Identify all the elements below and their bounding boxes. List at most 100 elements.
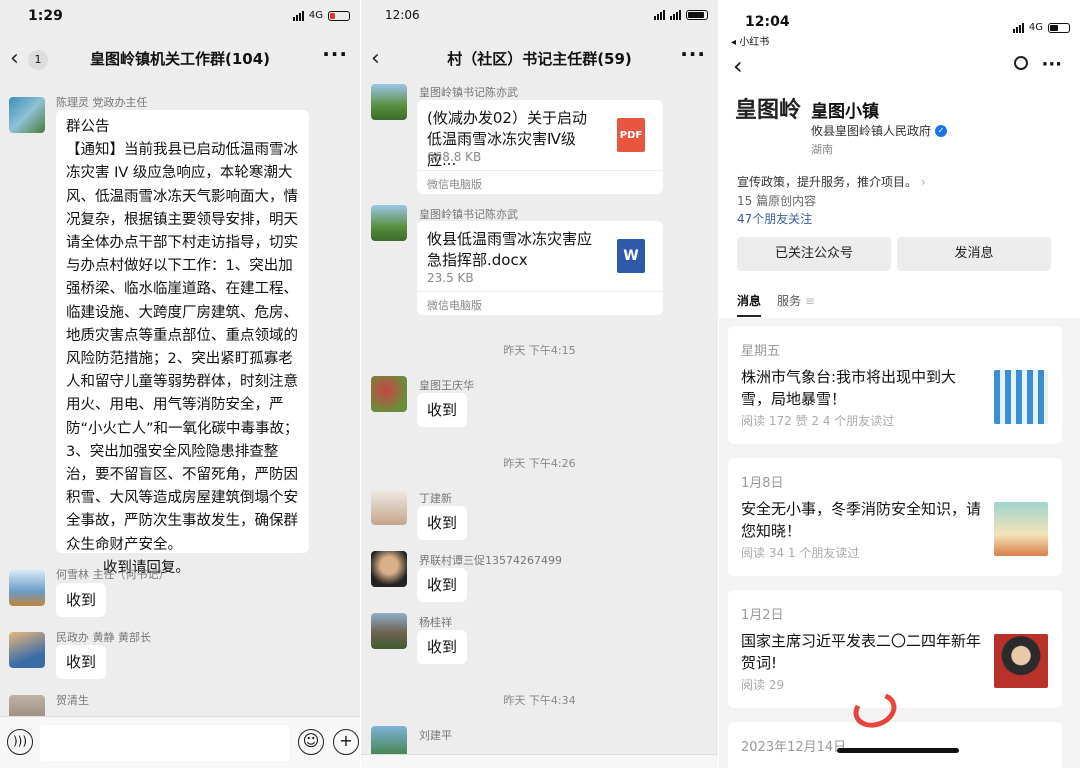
sender-name: 何雪林 主任（何书记） <box>56 568 170 581</box>
account-intro[interactable]: 宣传政策，提升服务，推介项目。 › <box>737 173 926 190</box>
avatar[interactable] <box>9 570 45 606</box>
avatar[interactable] <box>371 376 407 412</box>
article-thumbnail <box>994 502 1048 556</box>
chat-header: ‹ 1 皇图岭镇机关工作群(104) ··· <box>0 36 360 80</box>
add-icon[interactable]: + <box>333 729 359 755</box>
article-thumbnail <box>994 634 1048 688</box>
avatar[interactable] <box>9 97 45 133</box>
status-time: 1:29 <box>28 8 63 24</box>
battery-icon <box>1048 22 1070 33</box>
account-org: 攸县皇图岭镇人民政府 <box>811 124 932 138</box>
sender-name: 皇图岭镇书记陈亦武 <box>419 86 518 99</box>
article-card[interactable]: 星期五 株洲市气象台:我市将出现中到大雪，局地暴雪！ 阅读 172 赞 2 4 … <box>728 326 1062 444</box>
avatar[interactable] <box>371 84 407 120</box>
word-file-icon: W <box>617 239 645 273</box>
input-bar: ))) ☺ + <box>0 716 360 768</box>
search-icon[interactable] <box>1014 56 1028 70</box>
file-card-pdf[interactable]: (攸减办发02）关于启动低温雨雪冰冻灾害Ⅳ级应... 668.8 KB PDF … <box>417 100 663 194</box>
avatar[interactable] <box>371 551 407 587</box>
chat-panel-town-office: 1:29 4G ‹ 1 皇图岭镇机关工作群(104) ··· 陈理灵 党政办主任… <box>0 0 360 768</box>
article-title: 安全无小事，冬季消防安全知识，请您知晓！ <box>741 500 982 540</box>
friends-following-link[interactable]: 47个朋友关注 <box>737 210 812 227</box>
timestamp: 昨天 下午4:15 <box>503 344 576 357</box>
home-indicator <box>837 748 959 753</box>
sender-name: 界联村谭三促13574267499 <box>419 554 562 567</box>
signal-icon <box>292 10 304 21</box>
followed-button[interactable]: 已关注公众号 <box>737 237 891 271</box>
account-region: 湖南 <box>811 143 833 156</box>
send-message-button[interactable]: 发消息 <box>897 237 1051 271</box>
more-icon[interactable]: ··· <box>322 42 348 66</box>
chat-panel-village-secretaries: 12:06 ‹ 村（社区）书记主任群(59) ··· 皇图岭镇书记陈亦武 (攸减… <box>360 0 718 768</box>
status-bar: 12:06 <box>361 0 718 34</box>
tab-service[interactable]: 服务 ≡ <box>777 292 815 309</box>
network-label: 4G <box>308 10 323 21</box>
article-title: 国家主席习近平发表二〇二四年新年贺词! <box>741 632 982 672</box>
status-icons <box>654 10 708 20</box>
article-date: 1月8日 <box>741 476 784 491</box>
message-bubble[interactable]: 收到 <box>417 393 468 427</box>
back-arrow-icon[interactable]: ‹ <box>733 52 743 80</box>
message-bubble[interactable]: 收到 <box>56 645 107 679</box>
status-icons: 4G <box>292 10 350 21</box>
more-icon[interactable]: ··· <box>1041 54 1062 75</box>
file-title: 攸县低温雨雪冰冻灾害应急指挥部.docx <box>427 230 593 269</box>
message-input[interactable] <box>40 725 290 761</box>
status-icons: 4G <box>1012 22 1070 33</box>
chevron-right-icon: › <box>920 175 926 189</box>
account-article-count: 15 篇原创内容 <box>737 194 817 208</box>
sender-name: 杨桂祥 <box>419 616 452 629</box>
account-logo: 皇图岭 <box>735 97 802 123</box>
file-size: 23.5 KB <box>427 271 474 285</box>
timestamp: 昨天 下午4:26 <box>503 457 576 470</box>
timestamp: 昨天 下午4:34 <box>503 694 576 707</box>
chat-title: 村（社区）书记主任群(59) <box>447 50 632 68</box>
voice-icon[interactable]: ))) <box>7 729 33 755</box>
verified-icon: ✓ <box>935 124 948 137</box>
file-source: 微信电脑版 <box>417 291 663 315</box>
status-time: 12:06 <box>385 8 420 22</box>
article-title: 株洲市气象台:我市将出现中到大雪，局地暴雪！ <box>741 368 957 408</box>
file-card-docx[interactable]: 攸县低温雨雪冰冻灾害应急指挥部.docx 23.5 KB W 微信电脑版 <box>417 221 663 315</box>
status-bar: 1:29 4G <box>0 0 360 34</box>
message-bubble[interactable]: 收到 <box>417 568 468 602</box>
article-card[interactable]: 1月8日 安全无小事，冬季消防安全知识，请您知晓！ 阅读 34 1 个朋友读过 <box>728 458 1062 576</box>
file-source: 微信电脑版 <box>417 170 663 194</box>
avatar[interactable] <box>371 489 407 525</box>
message-bubble[interactable]: 收到 <box>56 583 107 617</box>
article-card[interactable]: 2023年12月14日 <box>728 722 1062 768</box>
menu-icon: ≡ <box>804 294 815 308</box>
message-bubble[interactable]: 收到 <box>417 506 468 540</box>
battery-icon <box>686 10 708 20</box>
avatar[interactable] <box>9 632 45 668</box>
article-card[interactable]: 1月2日 国家主席习近平发表二〇二四年新年贺词! 阅读 29 <box>728 590 1062 708</box>
article-date: 1月2日 <box>741 608 784 623</box>
chat-header: ‹ 村（社区）书记主任群(59) ··· <box>361 36 718 80</box>
network-label: 4G <box>1028 22 1043 33</box>
message-bubble[interactable]: 收到 <box>417 630 468 664</box>
article-thumbnail <box>994 370 1048 424</box>
account-org-row: 攸县皇图岭镇人民政府 ✓ <box>811 122 948 139</box>
group-announcement-bubble[interactable]: 群公告 【通知】当前我县已启动低温雨雪冰冻灾害 IV 级应急响应，本轮寒潮大风、… <box>56 110 309 576</box>
article-meta: 阅读 29 <box>741 678 785 692</box>
tab-messages[interactable]: 消息 <box>737 292 762 317</box>
official-account-panel: 12:04 ◂ 小红书 4G ‹ ··· 皇图岭 皇图小镇 攸县皇图岭镇人民政府… <box>718 0 1080 768</box>
avatar[interactable] <box>371 205 407 241</box>
emoji-icon[interactable]: ☺ <box>298 729 324 755</box>
article-date: 星期五 <box>741 344 781 359</box>
sender-name: 民政办 黄静 黄部长 <box>56 631 151 644</box>
account-name: 皇图小镇 <box>811 102 879 122</box>
sender-name: 刘建平 <box>419 729 452 742</box>
avatar[interactable] <box>371 613 407 649</box>
more-icon[interactable]: ··· <box>680 42 706 66</box>
file-size: 668.8 KB <box>427 150 482 164</box>
signal-icon <box>670 10 681 20</box>
status-bar: 12:04 ◂ 小红书 4G <box>719 0 1080 48</box>
article-meta: 阅读 172 赞 2 4 个朋友读过 <box>741 414 895 428</box>
back-to-app-link[interactable]: ◂ 小红书 <box>731 33 769 48</box>
pdf-file-icon: PDF <box>617 118 645 152</box>
sender-name: 皇图岭镇书记陈亦武 <box>419 208 518 221</box>
input-bar <box>361 754 718 768</box>
chat-title: 皇图岭镇机关工作群(104) <box>89 50 271 68</box>
article-date: 2023年12月14日 <box>741 740 847 755</box>
